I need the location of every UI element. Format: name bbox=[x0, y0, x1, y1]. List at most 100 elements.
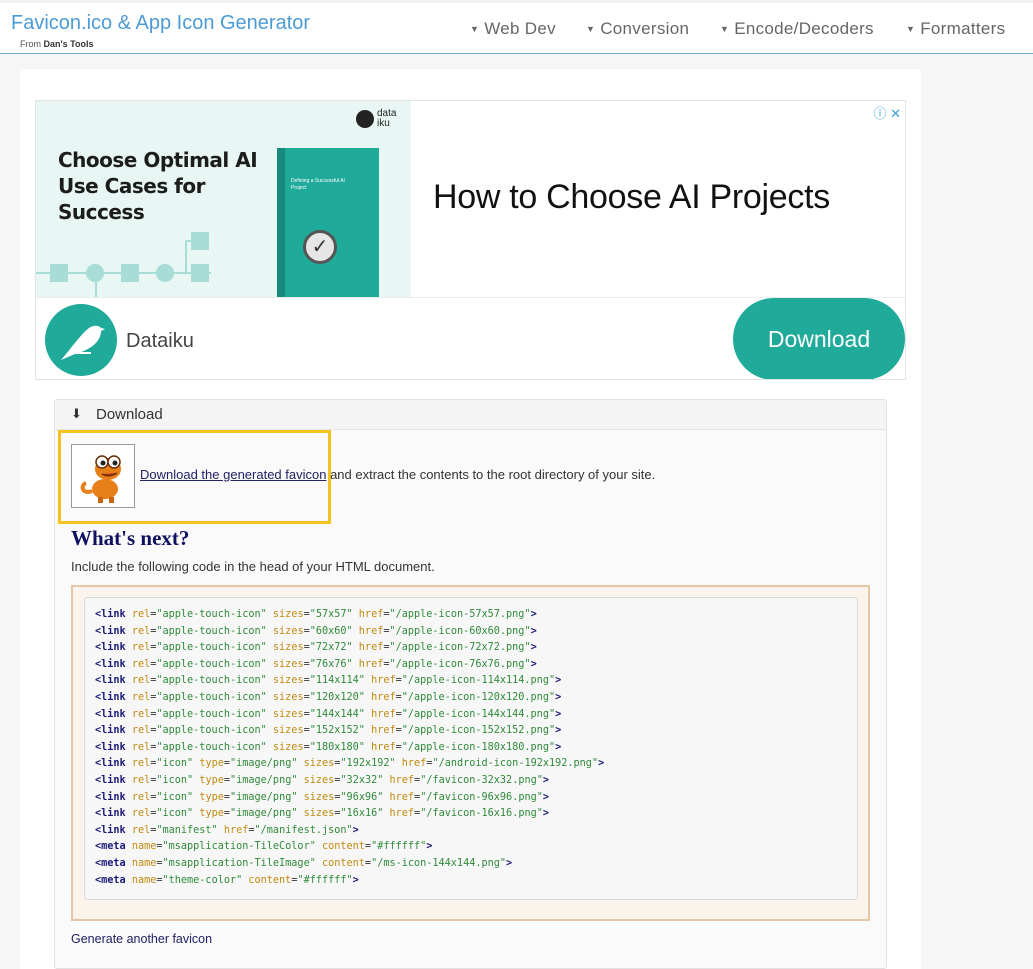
code-attr-value: "apple-touch-icon" bbox=[156, 625, 267, 637]
code-attr-value: "#ffffff" bbox=[297, 874, 353, 886]
code-attr-name: href bbox=[358, 642, 384, 654]
code-attr-name: href bbox=[371, 691, 396, 703]
nav-formatters[interactable]: ▼ Formatters bbox=[906, 19, 1005, 39]
code-tag: <link bbox=[95, 675, 126, 687]
code-attr-value: "icon" bbox=[156, 774, 194, 786]
ad-brand-mark: data iku bbox=[356, 109, 399, 129]
code-attr-name: rel bbox=[131, 808, 151, 820]
site-title[interactable]: Favicon.ico & App Icon Generator bbox=[11, 12, 310, 35]
code-attr-value: "#ffffff" bbox=[371, 841, 427, 853]
download-favicon-link[interactable]: Download the generated favicon bbox=[140, 467, 326, 482]
code-tag-close: > bbox=[555, 675, 562, 687]
code-attr-name: href bbox=[389, 808, 415, 820]
code-attr-value: "apple-touch-icon" bbox=[156, 658, 267, 670]
favicon-preview-image bbox=[71, 444, 135, 508]
code-attr-name: href bbox=[358, 625, 384, 637]
code-tag: <link bbox=[95, 774, 126, 786]
code-attr-name: sizes bbox=[272, 609, 304, 620]
download-icon: ⬇ bbox=[71, 406, 82, 421]
code-line: <link rel="apple-touch-icon" sizes="60x6… bbox=[95, 624, 604, 641]
code-attr-name: rel bbox=[131, 708, 151, 720]
code-attr-value: "/apple-icon-72x72.png" bbox=[389, 642, 531, 654]
code-attr-name: href bbox=[223, 824, 249, 836]
code-tag: <meta bbox=[95, 857, 126, 869]
code-attr-value: "/apple-icon-57x57.png" bbox=[389, 609, 531, 620]
nav-label: Encode/Decoders bbox=[734, 19, 874, 38]
subtitle-brand[interactable]: Dan's Tools bbox=[44, 39, 94, 49]
code-attr-value: "/android-icon-192x192.png" bbox=[432, 758, 599, 770]
code-attr-value: "apple-touch-icon" bbox=[156, 609, 267, 620]
code-attr-name: sizes bbox=[272, 725, 304, 737]
code-attr-name: type bbox=[199, 758, 224, 770]
code-attr-value: "/manifest.json" bbox=[254, 824, 353, 836]
code-attr-value: "96x96" bbox=[340, 791, 384, 803]
code-line: <meta name="msapplication-TileImage" con… bbox=[95, 856, 604, 873]
nav-conversion[interactable]: ▼ Conversion bbox=[586, 19, 689, 39]
code-tag-close: > bbox=[426, 841, 433, 853]
code-attr-name: sizes bbox=[272, 708, 304, 720]
code-line: <link rel="apple-touch-icon" sizes="72x7… bbox=[95, 640, 604, 657]
code-attr-name: name bbox=[131, 841, 157, 853]
nav-label: Web Dev bbox=[484, 19, 556, 38]
code-line: <link rel="apple-touch-icon" sizes="57x5… bbox=[95, 607, 604, 624]
ad-title[interactable]: How to Choose AI Projects bbox=[433, 178, 830, 217]
code-attr-value: "152x152" bbox=[309, 725, 365, 737]
code-attr-name: type bbox=[199, 808, 224, 820]
code-tag-close: > bbox=[598, 758, 605, 770]
code-attr-value: "57x57" bbox=[309, 609, 353, 620]
code-line: <meta name="theme-color" content="#fffff… bbox=[95, 873, 604, 890]
code-tag-close: > bbox=[352, 824, 359, 836]
download-instructions-text: and extract the contents to the root dir… bbox=[326, 467, 656, 482]
ad-left-headline: Choose Optimal AI Use Cases for Success bbox=[58, 148, 258, 224]
ad-download-button[interactable]: Download bbox=[733, 298, 905, 379]
code-attr-name: href bbox=[358, 658, 384, 670]
code-attr-value: "114x114" bbox=[309, 675, 365, 687]
code-attr-name: rel bbox=[131, 625, 151, 637]
code-tag: <link bbox=[95, 658, 126, 670]
code-attr-name: name bbox=[131, 874, 157, 886]
code-attr-name: sizes bbox=[272, 658, 304, 670]
code-attr-value: "theme-color" bbox=[162, 874, 243, 886]
code-tag-close: > bbox=[555, 691, 562, 703]
code-tag-close: > bbox=[352, 874, 359, 886]
code-line: <link rel="apple-touch-icon" sizes="76x7… bbox=[95, 657, 604, 674]
code-line: <link rel="apple-touch-icon" sizes="144x… bbox=[95, 707, 604, 724]
panel-title: Download bbox=[96, 406, 163, 423]
code-attr-name: href bbox=[401, 758, 427, 770]
code-attr-name: sizes bbox=[303, 758, 335, 770]
code-attr-name: rel bbox=[131, 741, 151, 753]
code-line: <link rel="apple-touch-icon" sizes="114x… bbox=[95, 673, 604, 690]
code-lines[interactable]: <link rel="apple-touch-icon" sizes="57x5… bbox=[95, 607, 604, 889]
ad-book-image: Defining a Successful AI Project ✓ bbox=[277, 148, 379, 297]
code-attr-value: "icon" bbox=[156, 808, 194, 820]
code-attr-name: sizes bbox=[303, 808, 335, 820]
advertiser-logo[interactable] bbox=[45, 304, 117, 376]
generate-another-link[interactable]: Generate another favicon bbox=[71, 932, 212, 946]
code-line: <link rel="apple-touch-icon" sizes="180x… bbox=[95, 740, 604, 757]
book-spine bbox=[277, 148, 285, 297]
site-subtitle: From Dan's Tools bbox=[20, 39, 94, 49]
ad-creative[interactable]: Choose Optimal AI Use Cases for Success … bbox=[36, 101, 411, 297]
advertiser-name[interactable]: Dataiku bbox=[126, 330, 194, 353]
code-tag: <link bbox=[95, 609, 126, 620]
code-attr-value: "apple-touch-icon" bbox=[156, 642, 267, 654]
code-tag-close: > bbox=[555, 725, 562, 737]
nav-encode-decoders[interactable]: ▼ Encode/Decoders bbox=[720, 19, 874, 39]
code-attr-value: "/favicon-32x32.png" bbox=[420, 774, 543, 786]
code-tag: <link bbox=[95, 824, 126, 836]
code-tag: <link bbox=[95, 691, 126, 703]
ad-choices-icon[interactable]: ⓘ ✕ bbox=[873, 103, 901, 122]
caret-down-icon: ▼ bbox=[470, 24, 480, 34]
advertisement[interactable]: Choose Optimal AI Use Cases for Success … bbox=[35, 100, 906, 380]
caret-down-icon: ▼ bbox=[720, 24, 730, 34]
code-attr-value: "180x180" bbox=[309, 741, 365, 753]
nav-web-dev[interactable]: ▼ Web Dev bbox=[470, 19, 556, 39]
code-attr-name: rel bbox=[131, 642, 151, 654]
code-attr-value: "76x76" bbox=[309, 658, 353, 670]
bird-logo-icon bbox=[356, 110, 374, 128]
code-attr-value: "/ms-icon-144x144.png" bbox=[371, 857, 506, 869]
code-attr-value: "manifest" bbox=[156, 824, 218, 836]
code-attr-name: sizes bbox=[272, 642, 304, 654]
code-attr-value: "image/png" bbox=[230, 758, 298, 770]
code-attr-name: rel bbox=[131, 658, 151, 670]
